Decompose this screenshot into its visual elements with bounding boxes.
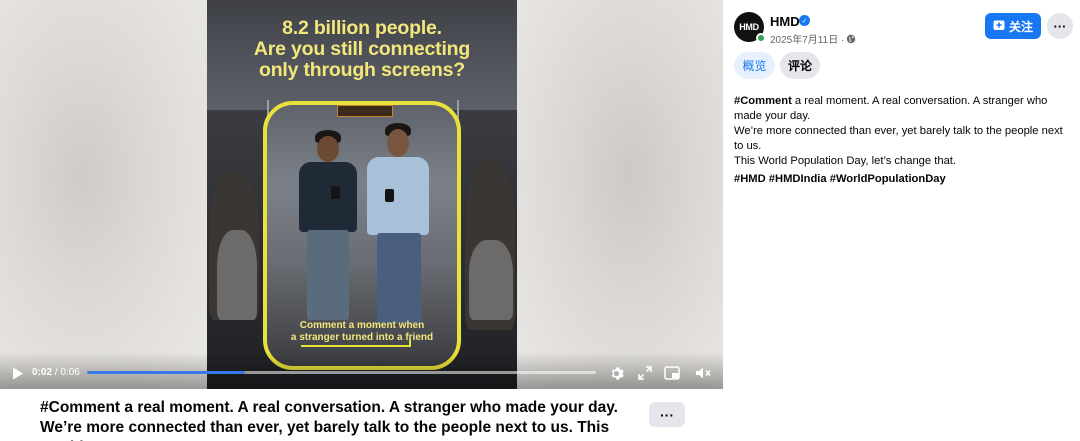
post-hashtags[interactable]: #HMD #HMDIndia #WorldPopulationDay [734, 173, 1074, 185]
post-viewer: 8.2 billion people. Are you still connec… [0, 0, 1080, 441]
video-frame: 8.2 billion people. Are you still connec… [207, 0, 517, 389]
poster-headline: 8.2 billion people. Are you still connec… [207, 18, 517, 81]
total-time: 0:06 [60, 367, 80, 378]
video-caption: #Comment a real moment. A real conversat… [40, 399, 618, 441]
tab-overview[interactable]: 概览 [734, 52, 775, 79]
verified-badge-icon: ✓ [799, 15, 810, 26]
video-blur-background-left [0, 0, 207, 389]
follow-button-label: 关注 [1008, 19, 1033, 34]
post-date[interactable]: 2025年7月11日 · [770, 31, 844, 46]
mute-icon[interactable] [692, 362, 714, 384]
current-time: 0:02 [32, 367, 53, 378]
page-name[interactable]: HMD [770, 14, 800, 29]
caption-more-button[interactable]: ··· [649, 402, 685, 427]
poster-caption-underline [301, 345, 411, 347]
poster-caption-tick [409, 339, 411, 347]
picture-in-picture-icon[interactable] [661, 362, 683, 384]
more-dots-icon: ··· [1053, 18, 1067, 34]
poster-caption-line: Comment a moment when [299, 320, 425, 331]
more-dots-icon: ··· [660, 406, 674, 423]
hashtag-link[interactable]: #Comment [734, 95, 792, 107]
poster-caption-line: a stranger turned into a friend [290, 332, 434, 343]
video-player[interactable]: 8.2 billion people. Are you still connec… [0, 0, 723, 389]
online-status-dot [756, 33, 766, 43]
expand-icon[interactable] [634, 362, 656, 384]
post-text: This World Population Day, let’s change … [734, 155, 957, 167]
poster-caption: Comment a moment when a stranger turned … [207, 320, 517, 344]
follow-button[interactable]: 关注 [985, 13, 1041, 39]
poster-headline-line: 8.2 billion people. [282, 17, 442, 39]
post-text: We’re more connected than ever, yet bare… [734, 125, 1063, 152]
video-time: 0:02 / 0:06 [32, 367, 80, 378]
video-blur-background-right [517, 0, 723, 389]
globe-icon [846, 31, 856, 44]
follow-plus-icon [993, 19, 1005, 34]
tab-label: 概览 [742, 59, 767, 73]
gear-icon[interactable] [605, 362, 627, 384]
passenger-silhouette [469, 240, 513, 320]
post-body: #Comment a real moment. A real conversat… [734, 94, 1074, 169]
video-progress-bar[interactable] [87, 371, 596, 374]
tab-label: 评论 [787, 59, 812, 73]
video-progress-fill [87, 371, 245, 374]
tab-comments[interactable]: 评论 [780, 52, 820, 79]
passenger-silhouette [217, 230, 257, 320]
post-more-button[interactable]: ··· [1047, 13, 1073, 39]
avatar-text: HMD [739, 22, 759, 32]
poster-headline-line: only through screens? [259, 59, 465, 81]
poster-headline-line: Are you still connecting [253, 38, 471, 60]
train-led-sign [337, 105, 393, 117]
play-icon[interactable] [9, 362, 27, 384]
